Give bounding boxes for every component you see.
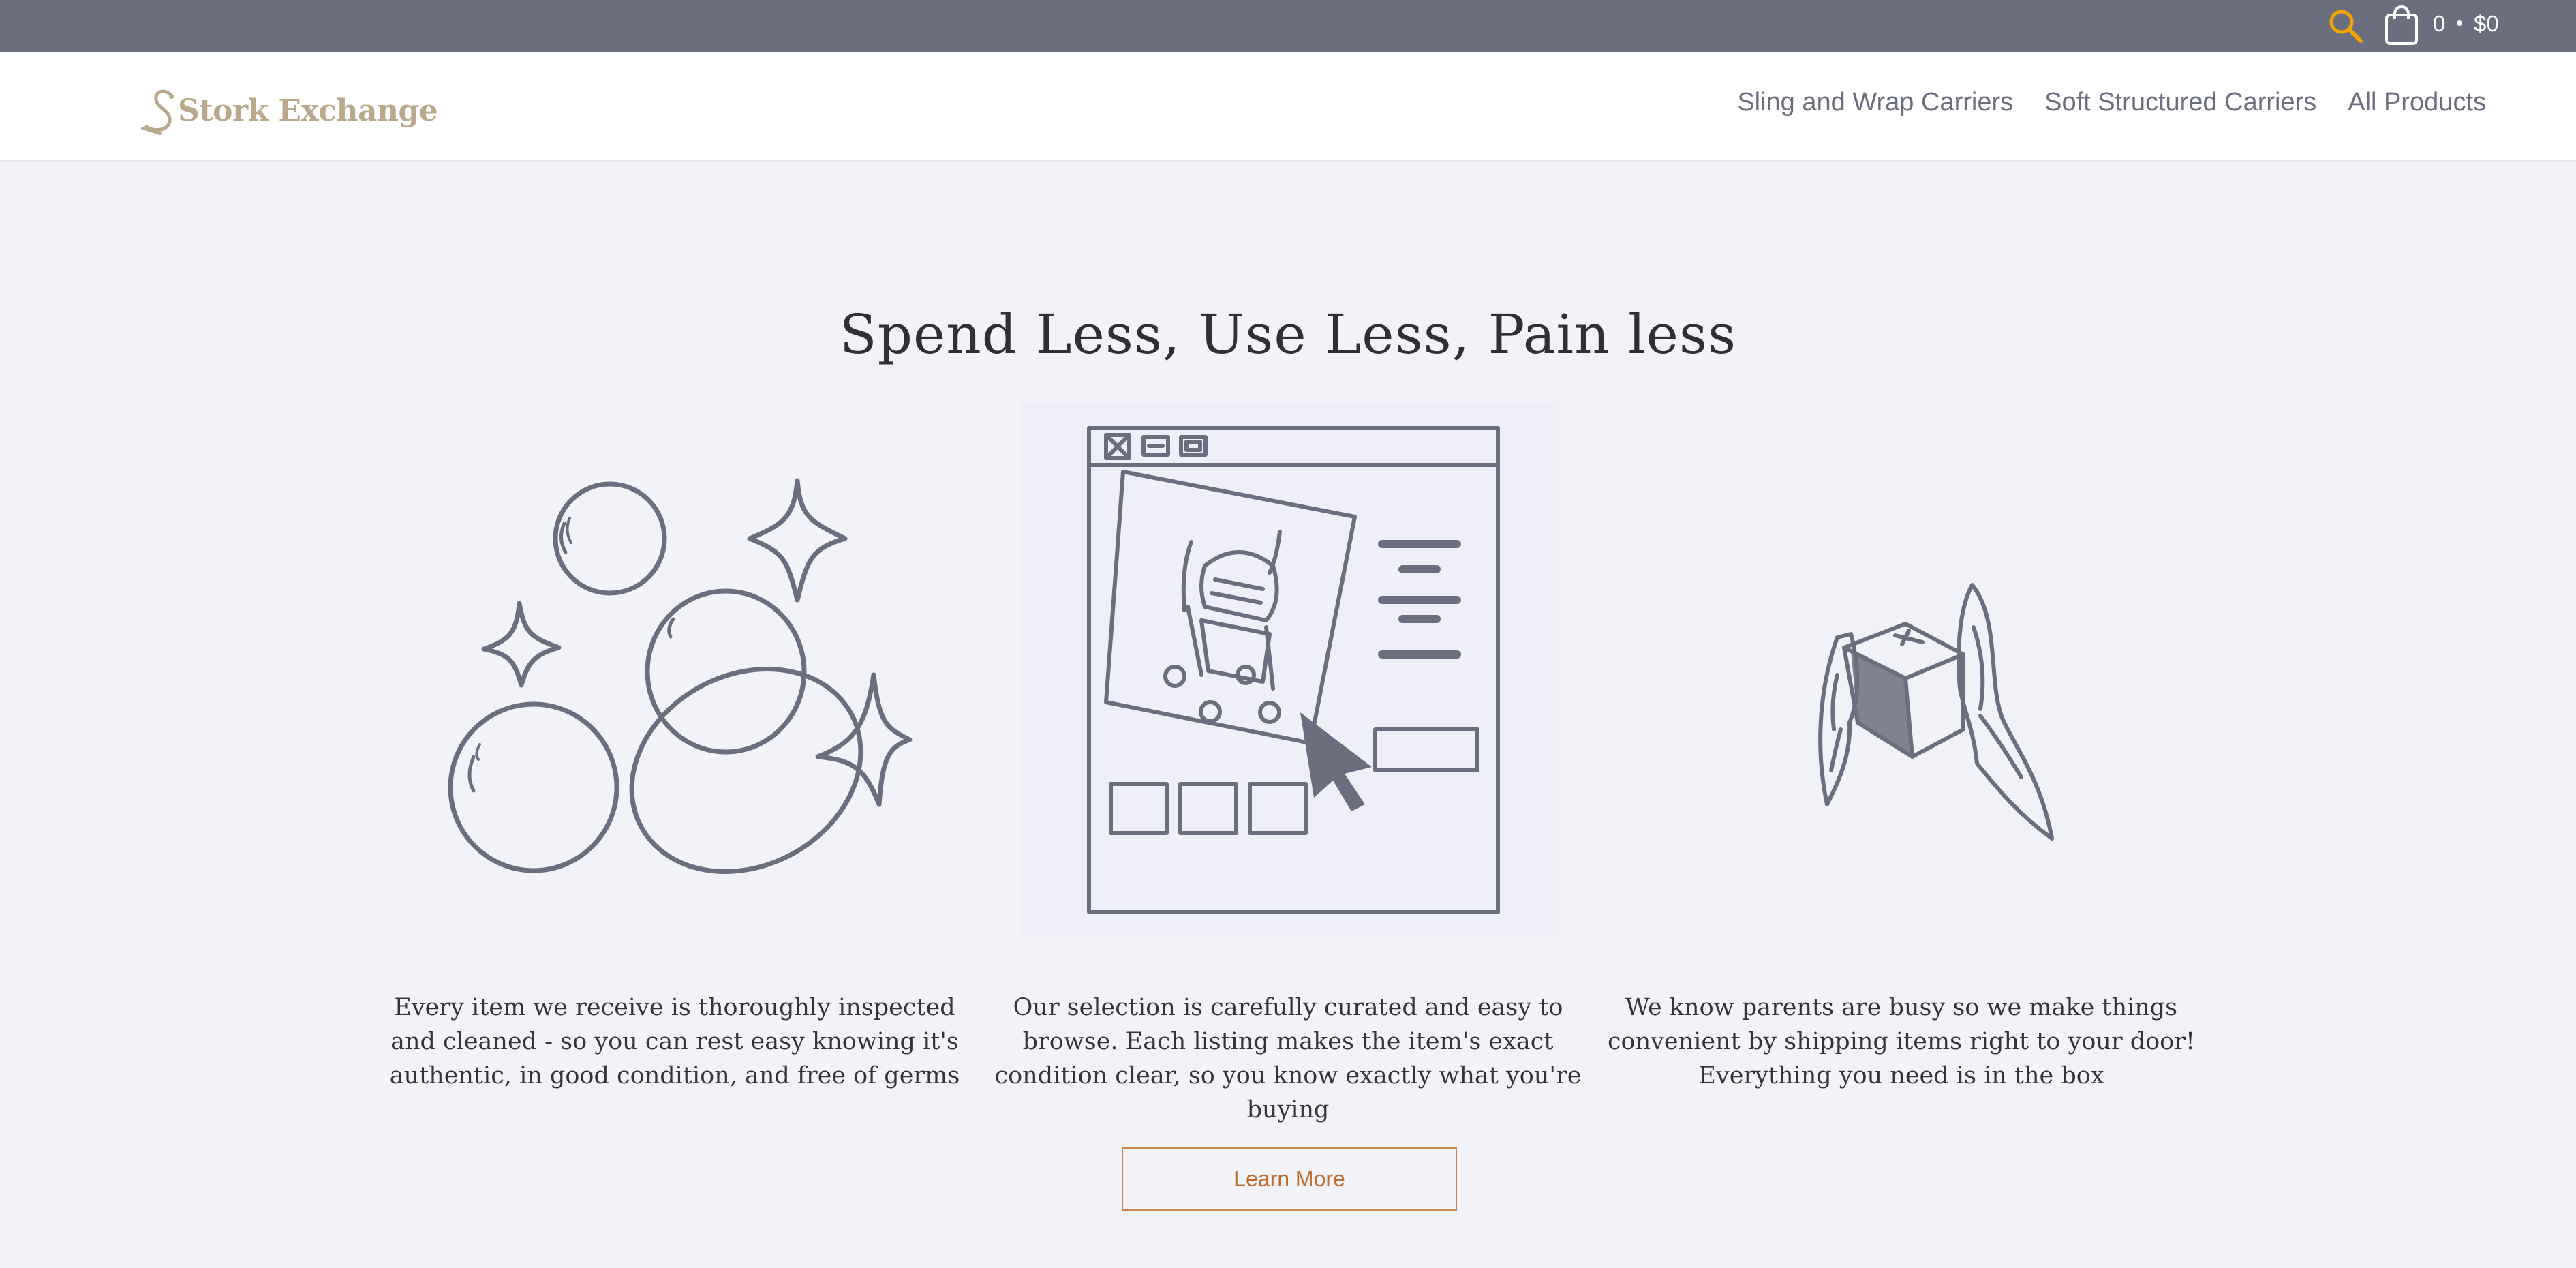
logo-text: Stork Exchange bbox=[178, 93, 438, 128]
cart-count[interactable]: 0 bbox=[2433, 11, 2445, 37]
feature-text-shipping: We know parents are busy so we make thin… bbox=[1607, 994, 2196, 1089]
feature-text-curated: Our selection is carefully curated and e… bbox=[994, 994, 1582, 1123]
top-utility-bar: 0 $0 bbox=[0, 0, 2576, 52]
nav-sling-and-wrap-carriers[interactable]: Sling and Wrap Carriers bbox=[1737, 88, 2013, 117]
separator-dot bbox=[2457, 20, 2462, 26]
feature-text-inspected: Every item we receive is thoroughly insp… bbox=[389, 994, 960, 1089]
site-header: Stork Exchange Sling and Wrap Carriers S… bbox=[0, 52, 2576, 162]
main-navigation: Sling and Wrap Carriers Soft Structured … bbox=[1737, 88, 2486, 117]
nav-soft-structured-carriers[interactable]: Soft Structured Carriers bbox=[2044, 88, 2316, 117]
winged-box-icon bbox=[1633, 402, 2171, 937]
page-headline: Spend Less, Use Less, Pain less bbox=[839, 302, 1737, 366]
bubbles-sparkle-icon bbox=[409, 402, 947, 937]
learn-more-button[interactable]: Learn More bbox=[1122, 1147, 1457, 1211]
stork-logo-icon bbox=[141, 89, 174, 135]
stroller-listing-icon bbox=[1021, 402, 1559, 937]
cart-total[interactable]: $0 bbox=[2474, 11, 2499, 37]
search-icon[interactable] bbox=[2325, 5, 2366, 46]
site-logo[interactable]: Stork Exchange bbox=[140, 80, 438, 141]
shopping-bag-icon[interactable] bbox=[2382, 4, 2421, 46]
nav-all-products[interactable]: All Products bbox=[2348, 88, 2486, 117]
